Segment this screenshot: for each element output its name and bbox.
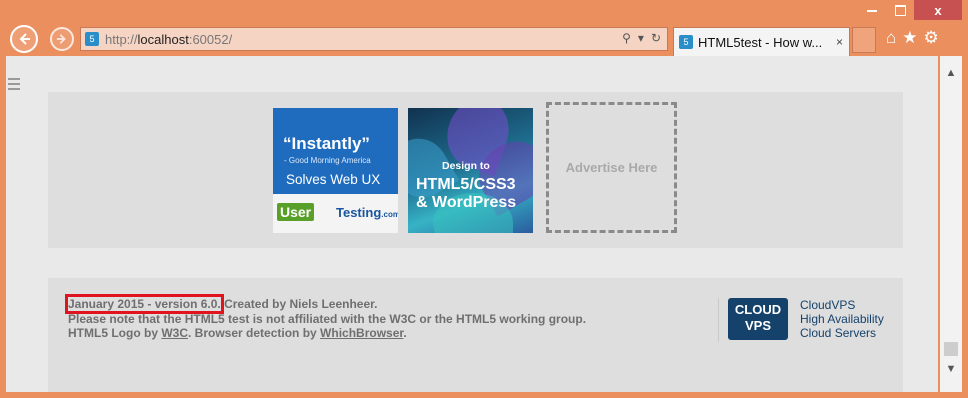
- minimize-button[interactable]: [858, 0, 886, 20]
- back-button[interactable]: [10, 25, 38, 53]
- tab-close-icon[interactable]: ×: [836, 35, 843, 49]
- usertesting-logo: User Testing.com: [273, 194, 398, 233]
- html5-favicon-icon: 5: [85, 32, 99, 46]
- url-port: :60052/: [188, 31, 233, 47]
- vertical-scrollbar[interactable]: ▲ ▼: [940, 56, 962, 392]
- html5-favicon-icon: 5: [679, 35, 693, 49]
- scroll-thumb[interactable]: [944, 342, 958, 356]
- ad-usertesting[interactable]: “Instantly” - Good Morning America Solve…: [273, 108, 398, 233]
- arrow-right-icon: [56, 34, 66, 44]
- gear-icon[interactable]: ⚙: [924, 29, 939, 47]
- menu-icon[interactable]: [8, 78, 20, 93]
- whichbrowser-link[interactable]: WhichBrowser: [320, 326, 403, 340]
- ad-headline: HTML5/CSS3 & WordPress: [416, 176, 517, 211]
- version-text: January 2015 - version 6.0.: [65, 294, 224, 314]
- footer-text: January 2015 - version 6.0. Created by N…: [65, 294, 587, 340]
- tab-html5test[interactable]: 5 HTML5test - How w... ×: [673, 27, 850, 56]
- arrow-left-icon: [19, 33, 30, 45]
- star-icon[interactable]: ★: [902, 29, 917, 47]
- disclaimer-text: Please note that the HTML5 test is not a…: [68, 311, 587, 326]
- ad-tagline: Solves Web UX: [286, 172, 381, 187]
- scroll-down-icon[interactable]: ▼: [940, 360, 962, 378]
- ad-quote: “Instantly”: [283, 134, 370, 153]
- url-protocol: http://: [105, 31, 138, 47]
- close-window-button[interactable]: x: [914, 0, 962, 20]
- scroll-up-icon[interactable]: ▲: [940, 64, 962, 82]
- tab-title: HTML5test - How w...: [698, 34, 823, 50]
- dropdown-icon[interactable]: ▾: [638, 31, 644, 45]
- forward-button[interactable]: [50, 27, 74, 51]
- ad-html5-wordpress[interactable]: Design to HTML5/CSS3 & WordPress: [408, 108, 533, 233]
- ads-section: “Instantly” - Good Morning America Solve…: [48, 92, 903, 248]
- address-bar[interactable]: 5 http:// localhost :60052/ ⚲ ▾ ↻: [80, 27, 668, 51]
- refresh-icon[interactable]: ↻: [651, 31, 661, 45]
- footer-divider: [718, 298, 719, 342]
- home-icon[interactable]: ⌂: [886, 29, 896, 47]
- advertise-here-slot[interactable]: Advertise Here: [546, 102, 677, 233]
- url-host: localhost: [137, 31, 189, 47]
- browser-chrome: x 5 http:// localhost :60052/ ⚲ ▾ ↻ 5 HT…: [0, 0, 968, 56]
- cloudvps-text[interactable]: CloudVPS High Availability Cloud Servers: [800, 298, 884, 340]
- cloudvps-logo[interactable]: CLOUD VPS: [728, 298, 788, 340]
- ad-design-to: Design to: [442, 160, 490, 172]
- ad-attribution: - Good Morning America: [284, 156, 371, 165]
- search-icon[interactable]: ⚲: [622, 31, 631, 45]
- new-tab-button[interactable]: [852, 27, 876, 53]
- maximize-button[interactable]: [886, 0, 914, 20]
- footer: January 2015 - version 6.0. Created by N…: [48, 278, 903, 392]
- page-viewport: “Instantly” - Good Morning America Solve…: [6, 56, 938, 392]
- w3c-link[interactable]: W3C: [161, 326, 188, 340]
